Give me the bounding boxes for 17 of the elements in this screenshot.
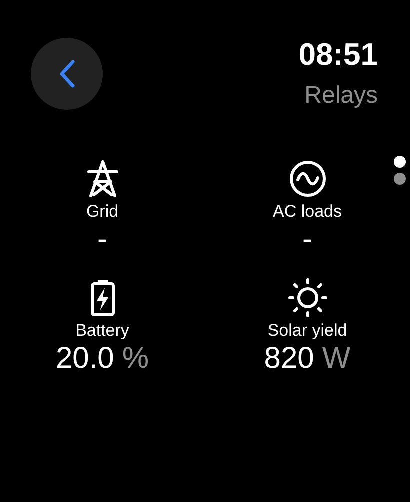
battery-charging-icon	[90, 279, 116, 317]
unit-label: W	[322, 342, 351, 376]
tile-label: Battery	[76, 320, 130, 342]
clock-time: 08:51	[298, 38, 378, 72]
sine-wave-icon	[288, 160, 326, 198]
tile-label: AC loads	[273, 201, 342, 223]
tile-label: Solar yield	[268, 320, 348, 342]
tile-label: Grid	[86, 201, 119, 223]
pylon-icon	[86, 160, 120, 198]
back-icon	[58, 59, 76, 89]
tile-value: 820	[264, 342, 314, 376]
tile-value: -	[98, 223, 108, 257]
unit-label: %	[122, 342, 150, 376]
tile-value: 20.0	[56, 342, 114, 376]
page-title: Relays	[304, 82, 378, 110]
tile-value: -	[302, 223, 312, 257]
sun-icon	[288, 278, 328, 318]
